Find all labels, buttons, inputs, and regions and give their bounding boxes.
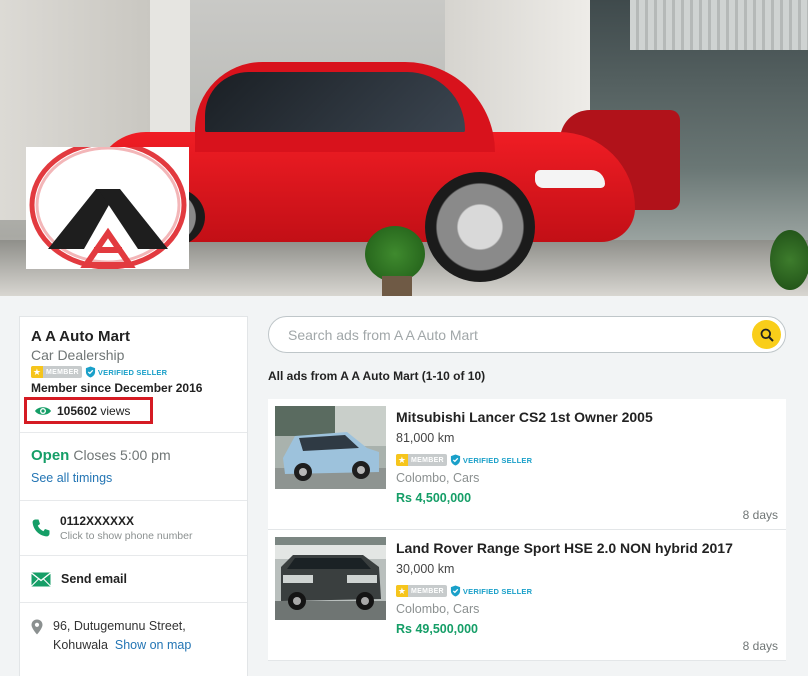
location-pin-icon — [31, 619, 43, 635]
listing-title[interactable]: Mitsubishi Lancer CS2 1st Owner 2005 — [396, 409, 653, 425]
listing-thumbnail[interactable] — [275, 537, 386, 620]
listing-card[interactable]: Mitsubishi Lancer CS2 1st Owner 2005 81,… — [268, 399, 786, 530]
star-icon: ★ — [396, 454, 408, 466]
listing-age: 8 days — [742, 639, 778, 653]
closing-time: Closes 5:00 pm — [73, 447, 171, 463]
search-button[interactable] — [752, 320, 781, 349]
shop-name: A A Auto Mart — [31, 328, 131, 345]
views-count: 105602 — [57, 403, 98, 418]
views-counter: 105602 views — [24, 397, 153, 424]
verified-badge-label: VERIFIED SELLER — [462, 455, 533, 465]
listing-price: Rs 4,500,000 — [396, 491, 472, 505]
search-input[interactable] — [288, 326, 728, 344]
shop-badges: ★ MEMBER VERIFIED SELLER — [31, 365, 236, 379]
eye-icon — [35, 406, 51, 415]
show-on-map-link[interactable]: Show on map — [115, 638, 191, 652]
shop-logo — [26, 147, 189, 269]
views-label: views — [100, 403, 131, 418]
phone-reveal-button[interactable]: 0112XXXXXX Click to show phone number — [20, 501, 247, 556]
address-line-2: Kohuwala — [53, 638, 108, 652]
search-icon — [760, 328, 774, 342]
verified-badge: VERIFIED SELLER — [85, 366, 167, 378]
shop-info-panel: A A Auto Mart Car Dealership ★ MEMBER VE… — [19, 316, 248, 676]
listing-title[interactable]: Land Rover Range Sport HSE 2.0 NON hybri… — [396, 540, 733, 556]
listing-badges: ★ MEMBER VERIFIED SELLER — [396, 584, 733, 598]
shop-type: Car Dealership — [31, 347, 125, 363]
star-icon: ★ — [396, 585, 408, 597]
shop-summary: A A Auto Mart Car Dealership ★ MEMBER VE… — [20, 317, 247, 433]
open-status: Open — [31, 447, 70, 464]
verified-shield-icon — [450, 454, 461, 466]
member-since: Member since December 2016 — [31, 381, 203, 395]
verified-badge: VERIFIED SELLER — [450, 585, 532, 597]
star-icon: ★ — [31, 366, 43, 378]
verified-shield-icon — [450, 585, 461, 597]
verified-badge-label: VERIFIED SELLER — [97, 367, 168, 377]
member-badge: ★ MEMBER — [31, 366, 82, 378]
verified-badge-label: VERIFIED SELLER — [462, 586, 533, 596]
member-badge-label: MEMBER — [46, 368, 79, 376]
envelope-icon — [31, 571, 51, 586]
member-badge-label: MEMBER — [411, 456, 444, 464]
listing-price: Rs 49,500,000 — [396, 622, 479, 636]
listing-location: Colombo, Cars — [396, 471, 480, 485]
phone-hint: Click to show phone number — [60, 530, 193, 542]
member-badge: ★ MEMBER — [396, 585, 447, 597]
listing-card[interactable]: Land Rover Range Sport HSE 2.0 NON hybri… — [268, 530, 786, 661]
listing-thumbnail[interactable] — [275, 406, 386, 489]
send-email-button[interactable]: Send email — [20, 556, 247, 603]
shop-search-bar — [268, 316, 786, 353]
verified-shield-icon — [85, 366, 96, 378]
listing-badges: ★ MEMBER VERIFIED SELLER — [396, 453, 653, 467]
listing-age: 8 days — [742, 508, 778, 522]
listing-location: Colombo, Cars — [396, 602, 480, 616]
listing-mileage: 81,000 km — [396, 431, 455, 445]
see-all-timings-link[interactable]: See all timings — [31, 471, 236, 485]
phone-icon — [32, 519, 50, 537]
address-line-1: 96, Dutugemunu Street, — [53, 619, 186, 633]
member-badge-label: MEMBER — [411, 587, 444, 595]
member-badge: ★ MEMBER — [396, 454, 447, 466]
phone-number: 0112XXXXXX — [60, 514, 135, 528]
listings-heading: All ads from A A Auto Mart (1-10 of 10) — [268, 369, 486, 383]
shop-address: 96, Dutugemunu Street, Kohuwala Show on … — [20, 603, 247, 655]
send-email-label: Send email — [61, 572, 127, 586]
opening-hours: Open Closes 5:00 pm See all timings — [20, 433, 247, 501]
verified-badge: VERIFIED SELLER — [450, 454, 532, 466]
listing-mileage: 30,000 km — [396, 562, 455, 576]
